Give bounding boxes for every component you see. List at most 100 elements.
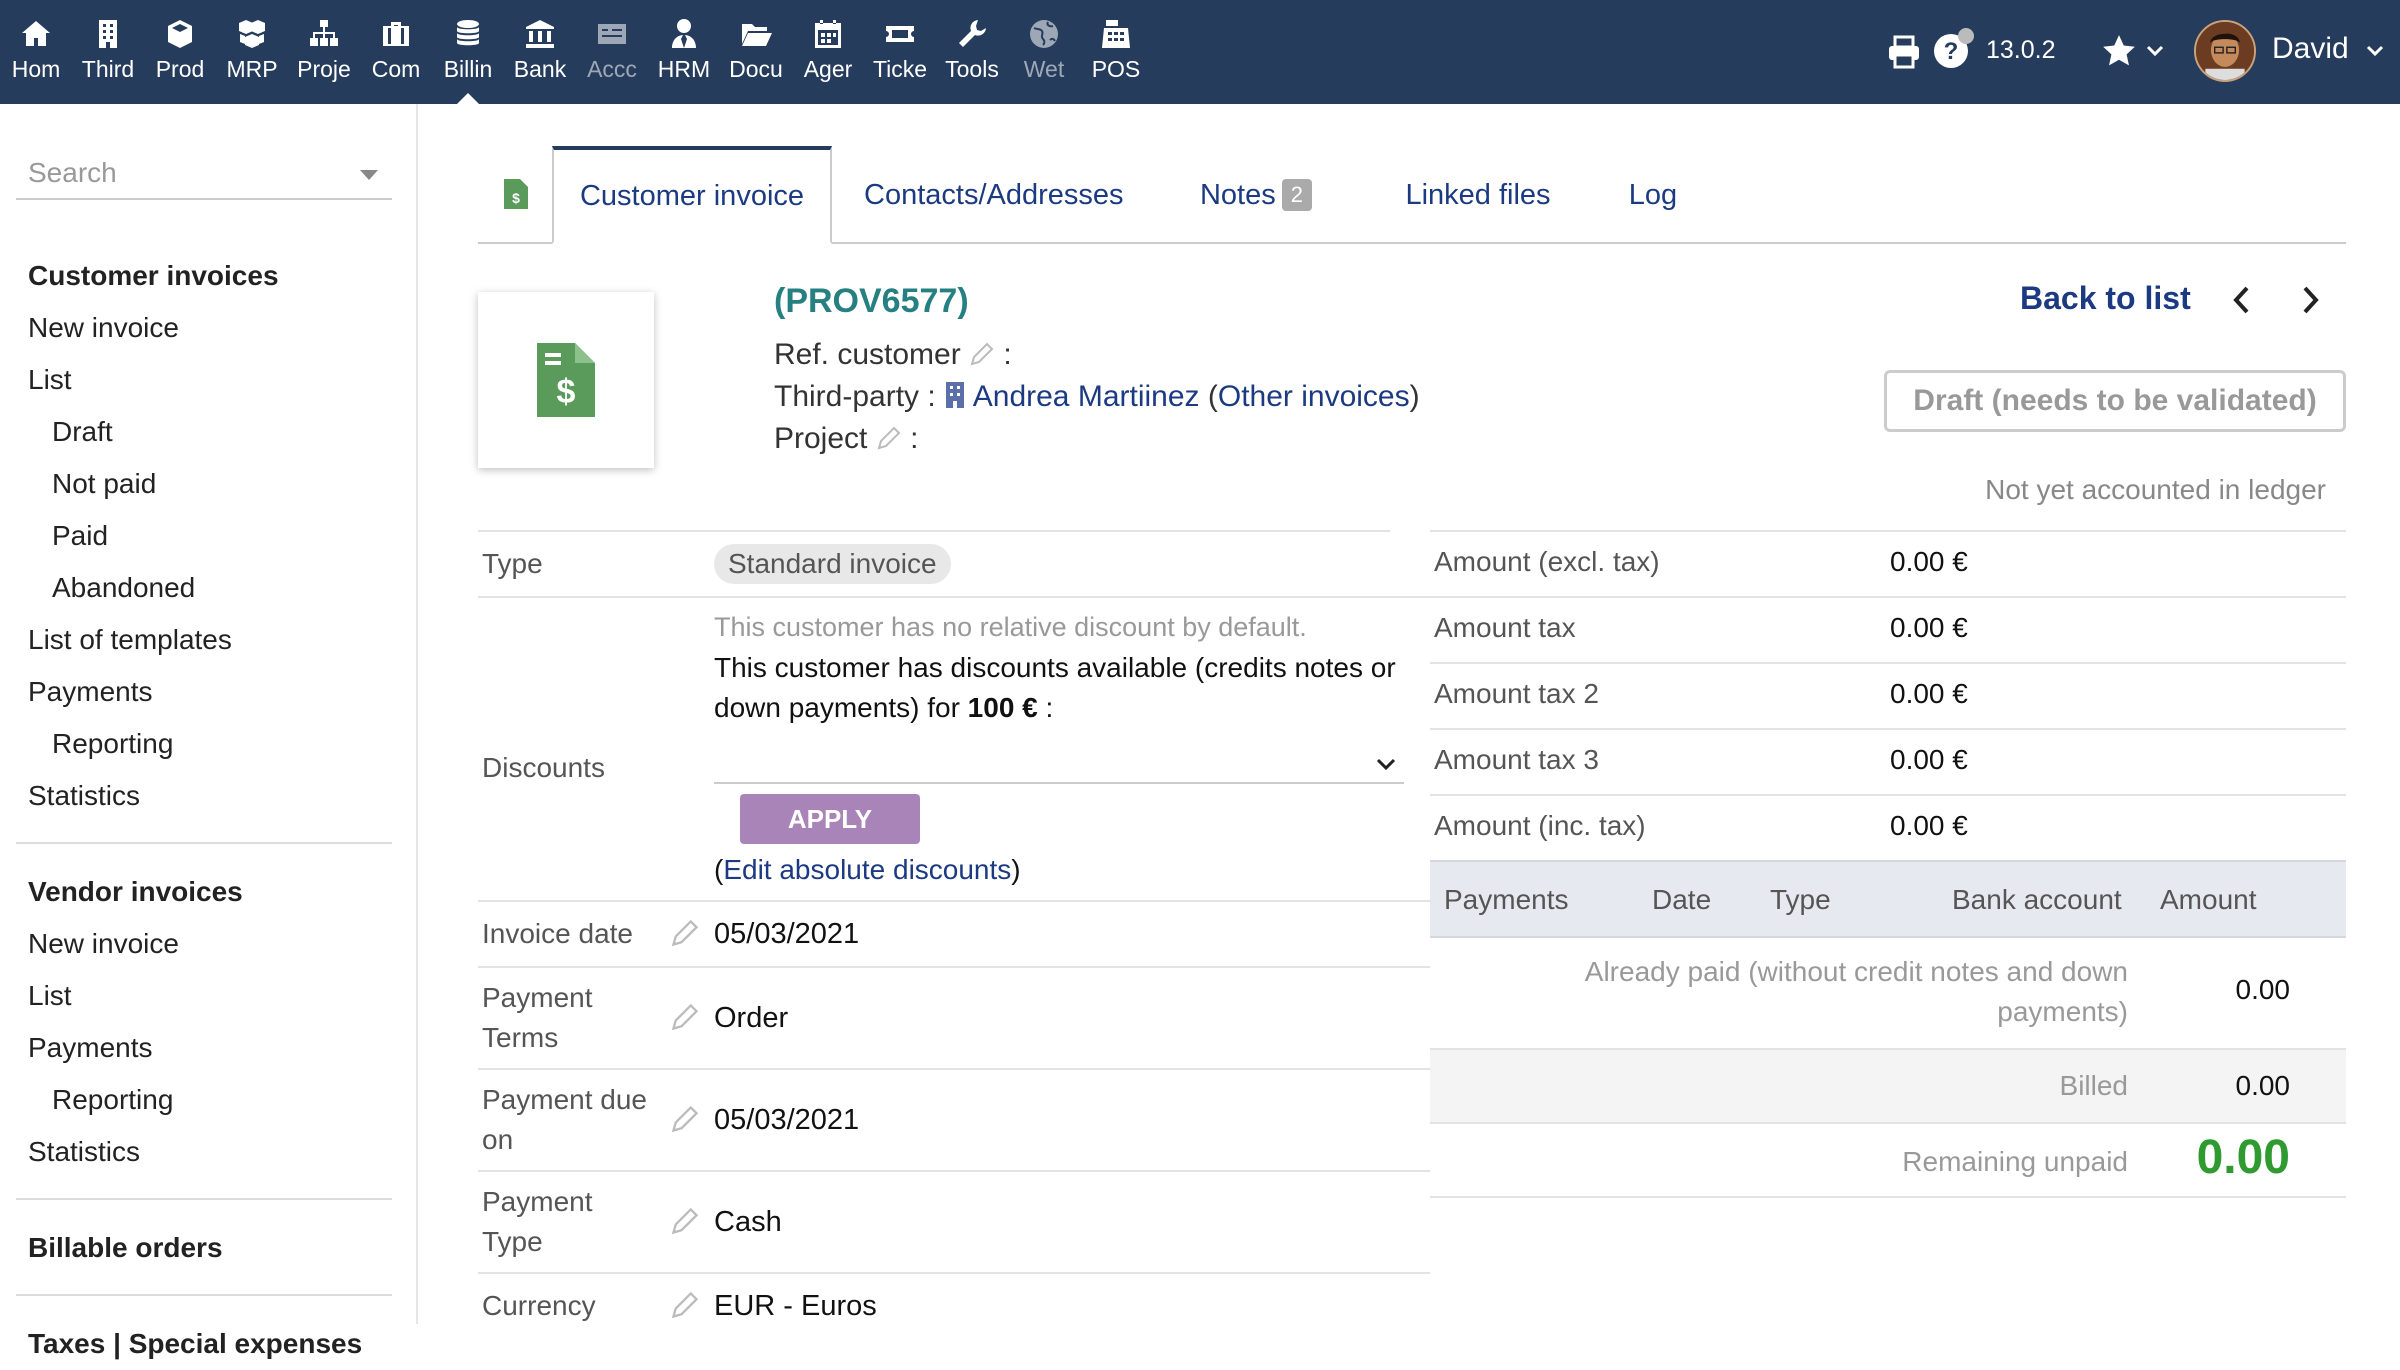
sidebar-section-title[interactable]: Billable orders [0, 1222, 418, 1274]
nav-item-1[interactable]: Third [72, 0, 144, 104]
currency-row: Currency EUR - Euros [478, 1272, 1430, 1338]
sidebar-item[interactable]: Abandoned [0, 562, 418, 614]
sidebar-item[interactable]: Statistics [0, 1126, 418, 1178]
sidebar-item[interactable]: List [0, 354, 418, 406]
sidebar-section-title[interactable]: Taxes | Special expenses [0, 1318, 418, 1370]
amount-value: 0.00 € [1890, 546, 1968, 577]
already-paid-value: 0.00 [2235, 974, 2291, 1005]
nav-item-2[interactable]: Prod [144, 0, 216, 104]
nav-item-14[interactable]: Wet [1008, 0, 1080, 104]
nav-item-7[interactable]: Bank [504, 0, 576, 104]
nav-item-11[interactable]: Ager [792, 0, 864, 104]
third-party-link[interactable]: Andrea Martiinez [973, 380, 1200, 413]
invoice-dollar-icon: $ [537, 343, 595, 417]
colon: : [910, 422, 919, 455]
chevron-right-icon[interactable] [2296, 284, 2324, 316]
sidebar-item[interactable]: Not paid [0, 458, 418, 510]
bookmark-star-icon[interactable] [2100, 32, 2138, 70]
nav-item-label: Tools [945, 56, 999, 82]
discount-select[interactable] [714, 748, 1404, 784]
username[interactable]: David [2272, 32, 2349, 66]
apply-button[interactable]: APPLY [740, 794, 920, 844]
amount-col-header: Amount [2160, 884, 2257, 915]
sidebar-item[interactable]: Payments [0, 1022, 418, 1074]
nav-item-15[interactable]: POS [1080, 0, 1152, 104]
sidebar-section-title[interactable]: Vendor invoices [0, 866, 418, 918]
edit-pencil-icon[interactable] [670, 1002, 700, 1032]
help-icon[interactable]: ? [1932, 28, 1974, 70]
sidebar-item[interactable]: Payments [0, 666, 418, 718]
tab-notes[interactable]: Notes 2 [1186, 146, 1326, 244]
sidebar-item[interactable]: List of templates [0, 614, 418, 666]
nav-item-8[interactable]: Accc [576, 0, 648, 104]
amount-value: 0.00 € [1890, 810, 1968, 841]
edit-pencil-icon[interactable] [670, 1206, 700, 1236]
coins-icon [432, 16, 504, 52]
nav-item-3[interactable]: MRP [216, 0, 288, 104]
sidebar-item[interactable]: Draft [0, 406, 418, 458]
sidebar-item[interactable]: Reporting [0, 1074, 418, 1126]
sidebar-item[interactable]: Reporting [0, 718, 418, 770]
search-input[interactable] [16, 150, 336, 196]
briefcase-icon [360, 16, 432, 52]
sidebar-section-title[interactable]: Customer invoices [0, 250, 418, 302]
nav-item-5[interactable]: Com [360, 0, 432, 104]
chevron-down-icon[interactable] [2144, 40, 2166, 62]
search-box[interactable] [16, 150, 392, 200]
search-dropdown-caret-icon[interactable] [360, 170, 378, 180]
nav-item-label: Bank [513, 56, 567, 82]
third-party-line: Third-party : Andrea Martiinez (Other in… [774, 380, 1420, 413]
edit-absolute-discounts-link[interactable]: Edit absolute discounts [723, 854, 1011, 885]
discount-available-suffix: : [1037, 692, 1054, 723]
amount-value: 0.00 € [1890, 744, 1968, 775]
edit-absolute-discounts-line: (Edit absolute discounts) [714, 854, 1021, 885]
nav-item-9[interactable]: HRM [648, 0, 720, 104]
nav-item-label: Proje [297, 56, 351, 82]
payments-col-header: Payments [1444, 884, 1569, 915]
calendar-icon [792, 16, 864, 52]
tab-customer-invoice[interactable]: Customer invoice [552, 146, 832, 244]
back-to-list-link[interactable]: Back to list [2020, 280, 2191, 317]
invoice-date-row: Invoice date 05/03/2021 [478, 900, 1430, 966]
chevron-left-icon[interactable] [2228, 284, 2256, 316]
ledger-note: Not yet accounted in ledger [1985, 474, 2326, 505]
edit-pencil-icon[interactable] [969, 341, 995, 367]
nav-item-13[interactable]: Tools [936, 0, 1008, 104]
payment-type-label-line1: Payment [482, 1186, 593, 1217]
nav-item-0[interactable]: Hom [0, 0, 72, 104]
home-icon [0, 16, 72, 52]
discount-amount: 100 € [967, 692, 1038, 723]
svg-text:?: ? [1944, 38, 1959, 65]
cash-register-icon [1080, 16, 1152, 52]
remaining-unpaid-label: Remaining unpaid [1902, 1146, 2128, 1177]
sidebar-item[interactable]: New invoice [0, 918, 418, 970]
nav-item-4[interactable]: Proje [288, 0, 360, 104]
sidebar-item[interactable]: Paid [0, 510, 418, 562]
svg-text:$: $ [512, 190, 520, 206]
payment-type-label-line2: Type [482, 1226, 543, 1257]
cubes-icon [216, 16, 288, 52]
currency-value: EUR - Euros [714, 1290, 877, 1322]
tab-contacts-addresses[interactable]: Contacts/Addresses [864, 146, 1124, 244]
edit-pencil-icon[interactable] [670, 1104, 700, 1134]
edit-pencil-icon[interactable] [670, 918, 700, 948]
edit-pencil-icon[interactable] [670, 1290, 700, 1320]
other-invoices-link[interactable]: Other invoices [1218, 380, 1410, 413]
invoice-ref: (PROV6577) [774, 282, 969, 320]
nav-item-10[interactable]: Docu [720, 0, 792, 104]
nav-item-label: Third [81, 56, 135, 82]
sidebar-item[interactable]: New invoice [0, 302, 418, 354]
amount-label: Amount tax 3 [1434, 744, 1599, 775]
tab-linked-files[interactable]: Linked files [1398, 146, 1558, 244]
sidebar-item[interactable]: List [0, 970, 418, 1022]
edit-pencil-icon[interactable] [876, 425, 902, 451]
chevron-down-icon[interactable] [2364, 40, 2386, 62]
tab-log[interactable]: Log [1608, 146, 1698, 244]
sidebar-item[interactable]: Statistics [0, 770, 418, 822]
printer-icon[interactable] [1886, 34, 1922, 70]
nav-item-6[interactable]: Billin [432, 0, 504, 104]
sidebar-divider [16, 1294, 392, 1296]
user-tie-icon [648, 16, 720, 52]
user-avatar[interactable] [2194, 20, 2256, 82]
nav-item-12[interactable]: Ticke [864, 0, 936, 104]
